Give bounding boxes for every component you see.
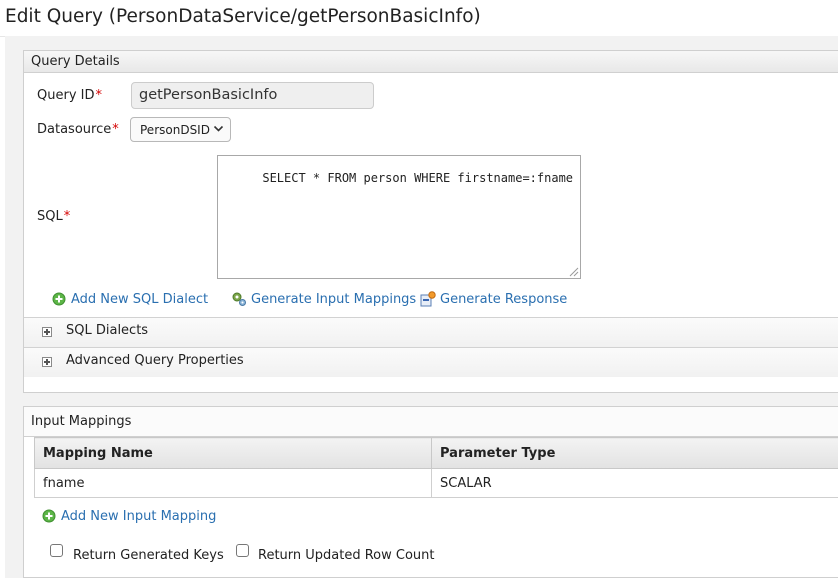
table-header-row: Mapping Name Parameter Type bbox=[34, 437, 838, 469]
sql-label: SQL* bbox=[37, 209, 71, 224]
sql-dialects-toggle[interactable]: SQL Dialects bbox=[24, 317, 838, 347]
mapping-name-cell[interactable]: fname bbox=[34, 468, 432, 498]
generate-response-icon[interactable] bbox=[420, 291, 436, 307]
return-updated-row-count-label[interactable]: Return Updated Row Count bbox=[258, 548, 435, 563]
column-header[interactable]: Mapping Name bbox=[34, 437, 432, 469]
input-mappings-panel: Input Mappings Mapping Name Parameter Ty… bbox=[23, 406, 838, 578]
generate-response-link[interactable]: Generate Response bbox=[440, 292, 567, 307]
required-marker: * bbox=[95, 88, 102, 103]
advanced-properties-toggle[interactable]: Advanced Query Properties bbox=[24, 347, 838, 377]
add-circle-icon[interactable] bbox=[42, 509, 56, 523]
datasource-selected-value: PersonDSID bbox=[140, 123, 210, 137]
input-mappings-table: Mapping Name Parameter Type fname SCALAR bbox=[34, 437, 838, 498]
advanced-properties-label: Advanced Query Properties bbox=[66, 353, 244, 368]
datasource-label: Datasource* bbox=[37, 122, 119, 137]
expand-plus-icon bbox=[42, 327, 52, 337]
input-mappings-header: Input Mappings bbox=[24, 407, 838, 437]
return-updated-row-count-checkbox[interactable] bbox=[236, 544, 249, 557]
editor-container: Query Details Query ID* getPersonBasicIn… bbox=[5, 36, 838, 578]
required-marker: * bbox=[112, 122, 119, 137]
return-generated-keys-label[interactable]: Return Generated Keys bbox=[73, 548, 224, 563]
chevron-down-icon bbox=[213, 125, 224, 132]
query-id-label: Query ID* bbox=[37, 88, 102, 103]
query-details-header: Query Details bbox=[24, 51, 838, 73]
required-marker: * bbox=[63, 209, 71, 224]
sql-text: SELECT * FROM person WHERE firstname=:fn… bbox=[262, 171, 574, 185]
generate-input-mappings-link[interactable]: Generate Input Mappings bbox=[251, 292, 416, 307]
page-header: Edit Query (PersonDataService/getPersonB… bbox=[0, 0, 838, 37]
parameter-type-cell[interactable]: SCALAR bbox=[431, 468, 838, 498]
page-title: Edit Query (PersonDataService/getPersonB… bbox=[5, 6, 481, 27]
add-sql-dialect-link[interactable]: Add New SQL Dialect bbox=[71, 292, 208, 307]
gears-icon[interactable] bbox=[231, 291, 247, 307]
column-header[interactable]: Parameter Type bbox=[431, 437, 838, 469]
datasource-select[interactable]: PersonDSID bbox=[130, 117, 231, 142]
resize-handle-icon[interactable] bbox=[567, 265, 579, 277]
sql-editor[interactable]: SELECT * FROM person WHERE firstname=:fn… bbox=[217, 155, 581, 279]
expand-plus-icon bbox=[42, 357, 52, 367]
query-id-field[interactable]: getPersonBasicInfo bbox=[131, 82, 374, 109]
return-generated-keys-checkbox[interactable] bbox=[50, 544, 63, 557]
add-input-mapping-link[interactable]: Add New Input Mapping bbox=[61, 509, 216, 524]
query-details-panel: Query Details Query ID* getPersonBasicIn… bbox=[23, 50, 838, 393]
add-circle-icon[interactable] bbox=[52, 292, 66, 306]
sql-dialects-label: SQL Dialects bbox=[66, 323, 149, 338]
table-row[interactable]: fname SCALAR bbox=[34, 468, 838, 498]
